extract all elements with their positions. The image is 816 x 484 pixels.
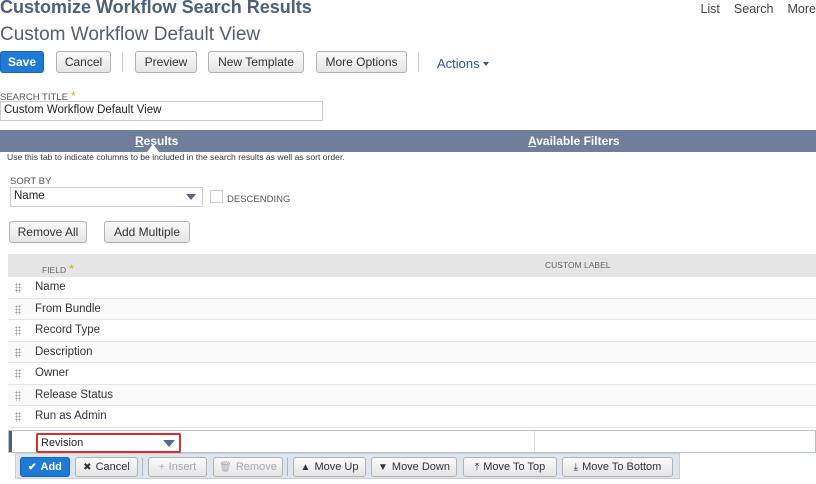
nav-list-link[interactable]: List: [700, 2, 719, 16]
required-mark: *: [69, 262, 74, 276]
nav-search-link[interactable]: Search: [734, 2, 774, 16]
save-button[interactable]: Save: [0, 51, 44, 73]
descending-checkbox[interactable]: [210, 190, 223, 203]
remove-row-button[interactable]: 🗑 Remove: [213, 457, 283, 477]
more-options-button[interactable]: More Options: [316, 51, 407, 73]
drag-handle-icon[interactable]: [15, 304, 21, 315]
chevron-down-icon: [186, 194, 196, 200]
cancel-row-button[interactable]: ✖ Cancel: [75, 457, 138, 477]
move-to-bottom-button[interactable]: ⤓ Move To Bottom: [562, 457, 673, 477]
arrow-up-icon: ▲: [300, 461, 311, 473]
arrow-down-icon: ▼: [378, 461, 388, 473]
custom-label-column-header: CUSTOM LABEL: [545, 260, 611, 270]
table-row[interactable]: Owner: [8, 363, 816, 385]
tab-available-filters[interactable]: Available Filters: [528, 134, 620, 148]
row-action-toolbar: ✔ Add ✖ Cancel + Insert 🗑 Remove ▲ Move Up ▼ M…: [15, 453, 680, 479]
move-up-button[interactable]: ▲ Move Up: [293, 457, 366, 477]
chevron-down-icon: [163, 440, 175, 447]
move-to-top-icon: ⤒: [474, 461, 480, 473]
top-nav: List Search More: [700, 2, 816, 16]
drag-handle-icon[interactable]: [15, 283, 21, 293]
active-tab-indicator: [147, 144, 159, 152]
editing-row: Revision: [8, 430, 816, 453]
sort-by-select[interactable]: Name: [10, 187, 203, 207]
add-multiple-button[interactable]: Add Multiple: [104, 221, 190, 243]
close-icon: ✖: [83, 461, 92, 473]
move-to-top-button[interactable]: ⤒ Move To Top: [463, 457, 557, 477]
edit-row-indicator: [9, 431, 12, 452]
drag-handle-icon[interactable]: [15, 347, 21, 358]
tab-bar: Results Available Filters: [0, 130, 816, 152]
column-divider: [534, 431, 535, 452]
nav-more-link[interactable]: More: [788, 2, 816, 16]
add-row-button[interactable]: ✔ Add: [20, 457, 70, 477]
field-column-header: FIELD *: [42, 262, 74, 276]
move-to-bottom-icon: ⤓: [573, 461, 579, 473]
remove-all-button[interactable]: Remove All: [9, 221, 87, 243]
table-row[interactable]: Release Status: [8, 384, 816, 406]
preview-button[interactable]: Preview: [135, 51, 197, 73]
move-down-button[interactable]: ▼ Move Down: [371, 457, 457, 477]
field-select[interactable]: Revision: [36, 433, 181, 453]
chevron-down-icon: [482, 61, 489, 66]
toolbar-divider: [418, 52, 419, 72]
toolbar-divider: [142, 458, 143, 476]
new-template-button[interactable]: New Template: [208, 51, 304, 73]
drag-handle-icon[interactable]: [15, 390, 21, 401]
table-row[interactable]: Run as Admin: [8, 406, 816, 428]
table-row[interactable]: From Bundle: [8, 298, 816, 320]
table-row[interactable]: Description: [8, 341, 816, 363]
actions-label: Actions: [437, 56, 480, 71]
table-row[interactable]: Record Type: [8, 320, 816, 342]
plus-icon: +: [158, 461, 165, 473]
page-header-title: Customize Workflow Search Results: [0, 0, 312, 17]
grid-header: FIELD * CUSTOM LABEL: [8, 254, 816, 277]
actions-menu[interactable]: Actions: [437, 56, 489, 71]
toolbar-divider: [287, 458, 288, 476]
search-title-input[interactable]: Custom Workflow Default View: [0, 101, 323, 121]
page-subtitle: Custom Workflow Default View: [0, 24, 261, 45]
table-row[interactable]: Name: [8, 277, 816, 299]
toolbar-divider: [122, 52, 123, 72]
insert-row-button[interactable]: + Insert: [148, 457, 207, 477]
checkmark-icon: ✔: [28, 461, 37, 473]
help-text: Use this tab to indicate columns to be i…: [7, 152, 345, 162]
drag-handle-icon[interactable]: [15, 326, 21, 336]
sort-by-label: SORT BY: [10, 176, 52, 187]
trash-icon: 🗑: [219, 461, 232, 473]
cancel-button[interactable]: Cancel: [56, 51, 111, 73]
drag-handle-icon[interactable]: [15, 412, 21, 422]
descending-label: DESCENDING: [227, 194, 291, 205]
drag-handle-icon[interactable]: [15, 369, 21, 379]
